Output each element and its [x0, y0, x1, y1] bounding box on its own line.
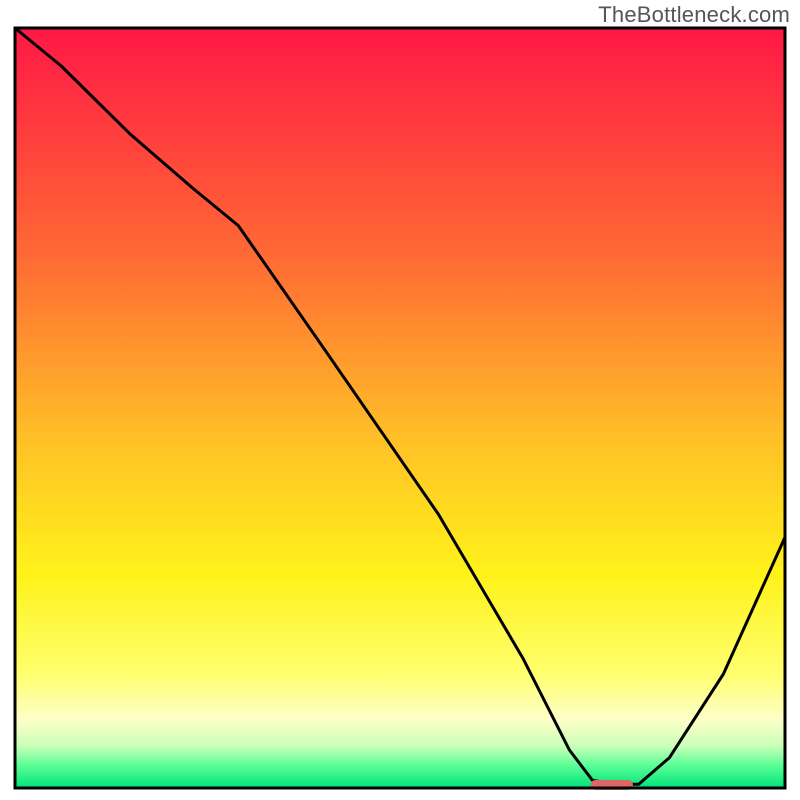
- gradient-background: [15, 28, 785, 788]
- bottleneck-chart: [0, 0, 800, 800]
- attribution-text: TheBottleneck.com: [598, 2, 790, 28]
- chart-stage: TheBottleneck.com: [0, 0, 800, 800]
